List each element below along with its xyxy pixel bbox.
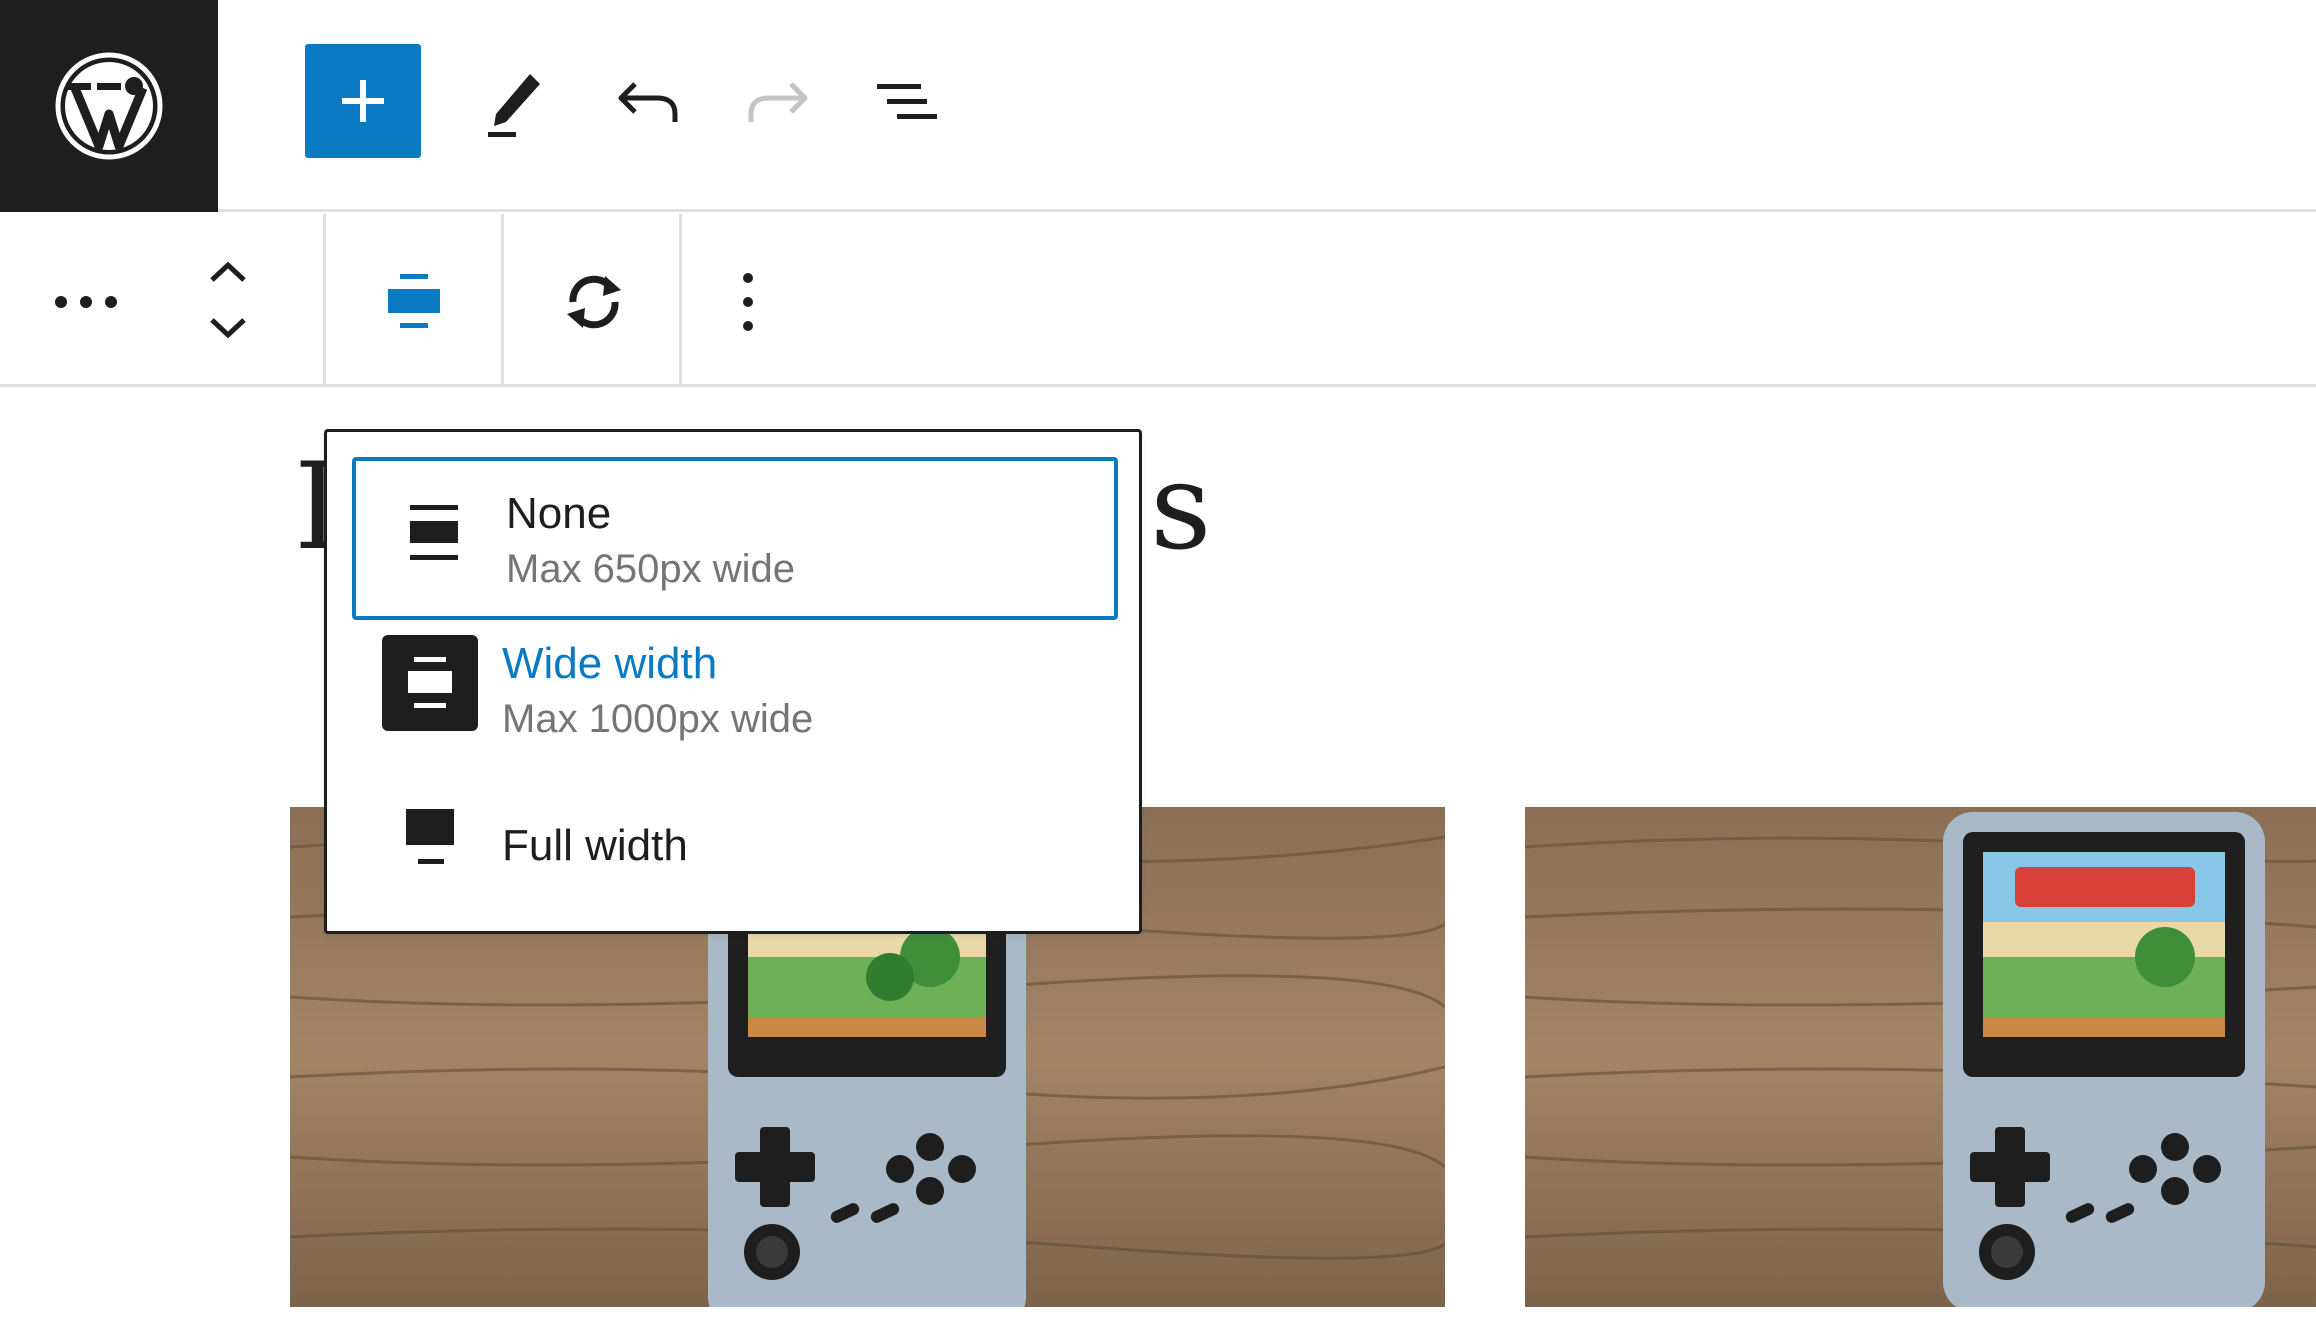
vertical-ellipsis-icon (743, 273, 753, 331)
block-mover-group (0, 214, 326, 387)
align-option-none[interactable]: None Max 650px wide (352, 457, 1118, 620)
redo-icon (748, 82, 808, 122)
wordpress-icon (55, 52, 163, 160)
block-options-button[interactable] (718, 252, 778, 352)
align-option-label: Full width (502, 821, 688, 870)
align-option-full[interactable]: Full width (352, 771, 1118, 934)
align-option-description: Max 1000px wide (502, 697, 814, 741)
align-option-description: Max 650px wide (506, 547, 796, 591)
gallery-image[interactable] (1525, 807, 2316, 1307)
ellipsis-horizontal-icon (55, 296, 117, 308)
replace-button[interactable] (544, 252, 644, 352)
post-title-right[interactable]: s (1150, 448, 1212, 568)
plus-icon (342, 80, 384, 122)
undo-button[interactable] (600, 54, 696, 150)
list-view-button[interactable] (860, 54, 956, 150)
alignment-menu: None Max 650px wide Wide width Max 1000p… (324, 429, 1142, 934)
align-option-label: None (506, 489, 612, 538)
chevron-up-icon (210, 261, 246, 282)
move-up-button[interactable] (196, 250, 260, 294)
move-down-button[interactable] (196, 306, 260, 350)
list-view-icon (877, 84, 937, 119)
chevron-down-icon (210, 318, 246, 339)
align-button[interactable] (364, 252, 464, 352)
rotate-arrows-icon (567, 275, 621, 329)
undo-icon (618, 82, 678, 122)
tools-button[interactable] (467, 54, 563, 150)
toggle-block-inserter-button[interactable] (305, 44, 421, 158)
transform-group (504, 214, 682, 387)
align-none-icon (388, 274, 440, 328)
post-title-end: s (1150, 438, 1212, 577)
align-full-icon (382, 791, 478, 887)
align-option-label: Wide width (502, 639, 718, 688)
editor-header (0, 0, 2316, 212)
handheld-console-photo (1525, 807, 2316, 1307)
align-group (326, 214, 504, 387)
options-group (682, 214, 2316, 387)
block-toolbar (0, 214, 2316, 387)
pencil-icon (488, 74, 540, 137)
wordpress-logo[interactable] (0, 0, 218, 212)
align-none-icon (386, 487, 482, 583)
select-parent-button[interactable] (38, 262, 134, 342)
align-wide-icon (382, 635, 478, 731)
align-option-wide[interactable]: Wide width Max 1000px wide (352, 619, 1118, 782)
redo-button[interactable] (730, 54, 826, 150)
